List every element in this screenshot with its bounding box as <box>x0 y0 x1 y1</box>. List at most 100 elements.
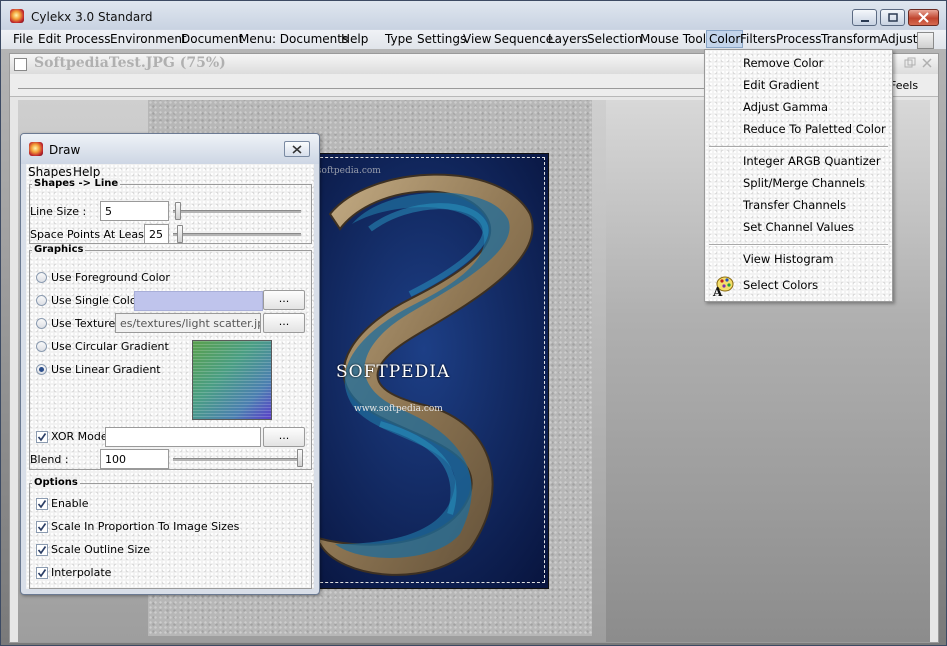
menu-item-document[interactable]: Document <box>181 32 243 46</box>
single-color-browse-button[interactable]: ... <box>263 290 305 310</box>
menu-item-selection[interactable]: Selection <box>587 32 642 46</box>
texture-browse-button[interactable]: ... <box>263 313 305 333</box>
menu-item-adjust[interactable]: Adjust <box>880 32 918 46</box>
gradient-preview[interactable] <box>192 340 272 420</box>
maximize-icon <box>887 12 898 22</box>
graphics-option-radio[interactable] <box>36 318 47 329</box>
menu-item-settings[interactable]: Settings <box>417 32 466 46</box>
texture-path-field[interactable]: es/textures/light scatter.jpg <box>115 313 261 333</box>
option-checkbox[interactable] <box>36 544 48 556</box>
graphics-option-radio[interactable] <box>36 272 47 283</box>
toolbar-label: Feels <box>890 79 919 92</box>
draw-menu-shapes[interactable]: Shapes <box>28 165 72 179</box>
draw-dialog-title-bar[interactable]: Draw <box>21 134 319 164</box>
color-menu-item-transfer-channels[interactable]: Transfer Channels <box>743 198 846 212</box>
svg-text:A: A <box>712 285 723 297</box>
blend-slider-track <box>173 458 301 461</box>
menu-item-mouse-tool[interactable]: Mouse Tool <box>640 32 706 46</box>
xor-mode-field[interactable] <box>105 427 261 447</box>
graphics-option-label: Use Texture <box>51 317 116 330</box>
graphics-option-label: Use Foreground Color <box>51 271 170 284</box>
menu-item-color[interactable]: Color <box>706 30 744 48</box>
menu-item-menu-documents[interactable]: Menu: Documents <box>239 32 348 46</box>
color-menu-item-reduce-to-paletted-color[interactable]: Reduce To Paletted Color <box>743 122 886 136</box>
color-menu-item-view-histogram[interactable]: View Histogram <box>743 252 834 266</box>
option-checkbox[interactable] <box>36 567 48 579</box>
graphics-option-label: Use Linear Gradient <box>51 363 161 376</box>
draw-dialog-body: Shapes Help Shapes -> Line Line Size : 5… <box>26 164 314 589</box>
close-icon[interactable] <box>921 57 933 69</box>
menu-item-sequence[interactable]: Sequence <box>494 32 553 46</box>
option-label: Enable <box>51 497 89 510</box>
color-menu-item-edit-gradient[interactable]: Edit Gradient <box>743 78 819 92</box>
color-menu-item-remove-color[interactable]: Remove Color <box>743 56 823 70</box>
color-menu-item-split-merge-channels[interactable]: Split/Merge Channels <box>743 176 865 190</box>
graphics-option-radio[interactable] <box>36 341 47 352</box>
group-label: Graphics <box>32 244 86 255</box>
graphics-option-radio[interactable] <box>36 364 47 375</box>
blend-input[interactable]: 100 <box>100 449 169 469</box>
space-points-label: Space Points At Least : <box>30 228 156 241</box>
menu-separator <box>709 244 888 246</box>
menu-item-process[interactable]: Process <box>65 32 111 46</box>
palette-icon: A <box>712 276 734 297</box>
xor-mode-browse-button[interactable]: ... <box>263 427 305 447</box>
line-size-slider-track <box>173 210 301 213</box>
watermark-text: SOFTPEDIA <box>336 362 451 382</box>
app-logo-icon <box>29 142 43 156</box>
checkmark-icon <box>37 523 47 532</box>
color-menu-item-integer-argb-quantizer[interactable]: Integer ARGB Quantizer <box>743 154 881 168</box>
minimize-button[interactable] <box>852 9 877 26</box>
menu-item-view[interactable]: View <box>463 32 491 46</box>
menu-item-filters[interactable]: Filters <box>740 32 776 46</box>
menu-item-layers[interactable]: Layers <box>548 32 588 46</box>
color-menu-item-select-colors[interactable]: Select Colors <box>743 278 818 292</box>
graphics-option-label: Use Circular Gradient <box>51 340 169 353</box>
menu-item-transform[interactable]: Transform <box>821 32 881 46</box>
graphics-option-radio[interactable] <box>36 295 47 306</box>
document-restore-icon[interactable] <box>917 32 934 49</box>
draw-menu-help[interactable]: Help <box>73 165 100 179</box>
draw-dialog-close-button[interactable] <box>284 141 310 157</box>
space-points-input[interactable]: 25 <box>144 224 169 244</box>
app-title: Cylekx 3.0 Standard <box>31 10 153 24</box>
app-logo-icon <box>10 9 24 23</box>
line-size-label: Line Size : <box>30 205 87 218</box>
close-button[interactable] <box>908 9 939 26</box>
menu-item-edit[interactable]: Edit <box>38 32 61 46</box>
menu-item-help[interactable]: Help <box>341 32 368 46</box>
color-menu-item-set-channel-values[interactable]: Set Channel Values <box>743 220 854 234</box>
menu-item-type[interactable]: Type <box>385 32 413 46</box>
line-size-input[interactable]: 5 <box>100 201 169 221</box>
group-label: Options <box>32 477 80 488</box>
color-menu-item-adjust-gamma[interactable]: Adjust Gamma <box>743 100 828 114</box>
checkmark-icon <box>37 546 47 555</box>
blend-label: Blend : <box>30 453 69 466</box>
color-menu-dropdown: A Remove Color Edit Gradient Adjust Gamma R… <box>704 49 893 302</box>
xor-mode-checkbox[interactable] <box>36 431 48 443</box>
title-bar: Cylekx 3.0 Standard <box>1 1 946 31</box>
menu-item-process[interactable]: Process <box>776 32 822 46</box>
document-title: SoftpediaTest.JPG (75%) <box>34 55 226 71</box>
draw-dialog: Draw Shapes Help Shapes -> Line Line Siz… <box>20 133 320 595</box>
menu-item-file[interactable]: File <box>13 32 33 46</box>
maximize-button[interactable] <box>880 9 905 26</box>
menu-item-environment[interactable]: Environment <box>110 32 187 46</box>
option-checkbox[interactable] <box>36 521 48 533</box>
group-label: Shapes -> Line <box>32 178 121 189</box>
option-label: Scale In Proportion To Image Sizes <box>51 520 240 533</box>
draw-dialog-title: Draw <box>49 143 81 157</box>
checkmark-icon <box>37 569 47 578</box>
single-color-swatch[interactable] <box>134 291 263 311</box>
image-preview[interactable]: SOFTPEDIA www.softpedia.com SOFTPEDIA ww… <box>299 153 549 589</box>
option-checkbox[interactable] <box>36 498 48 510</box>
line-size-slider[interactable] <box>175 202 182 220</box>
xor-mode-label: XOR Mode <box>51 430 108 443</box>
restore-icon[interactable] <box>904 57 916 69</box>
blend-slider[interactable] <box>297 449 303 467</box>
checkmark-icon <box>37 500 47 509</box>
app-window: Cylekx 3.0 Standard File Edit Process Envir… <box>0 0 947 646</box>
document-system-icon[interactable] <box>14 58 27 71</box>
graphics-option-label: Use Single Color <box>51 294 142 307</box>
space-points-slider[interactable] <box>177 225 184 243</box>
